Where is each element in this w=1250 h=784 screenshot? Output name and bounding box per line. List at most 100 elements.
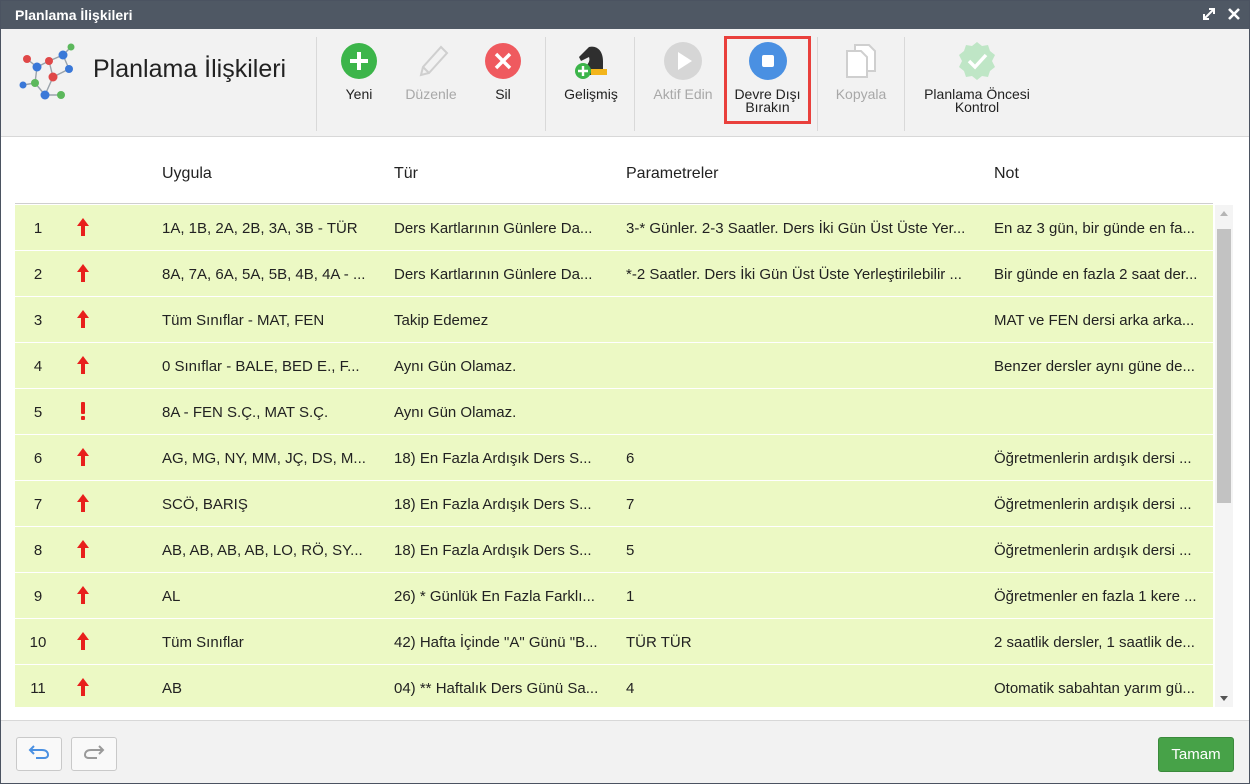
cell-note: Öğretmenlerin ardışık dersi ... — [994, 450, 1192, 467]
cell-apply: AG, MG, NY, MM, JÇ, DS, M... — [162, 450, 366, 467]
cell-parameters: 7 — [626, 496, 635, 513]
planning-relations-dialog: Planlama İlişkileri Planlama İlişkileri … — [0, 0, 1250, 784]
row-number: 11 — [30, 680, 46, 697]
cell-parameters: TÜR TÜR — [626, 634, 692, 651]
row-number: 6 — [33, 450, 43, 467]
play-icon — [663, 41, 703, 81]
toolbar-divider — [817, 37, 818, 131]
pre-planning-check-button[interactable]: Planlama Öncesi Kontrol — [917, 41, 1037, 114]
new-button[interactable]: Yeni — [339, 41, 379, 101]
column-header-apply[interactable]: Uygula — [162, 165, 212, 183]
table-row[interactable]: 11 AB 04) ** Haftalık Ders Günü Sa... 4 Otom… — [15, 665, 1213, 707]
edit-button[interactable]: Düzenle — [401, 41, 461, 101]
up-arrow-icon — [73, 539, 93, 563]
up-arrow-icon — [73, 263, 93, 287]
enable-label: Aktif Edin — [653, 86, 713, 102]
toolbar-divider — [545, 37, 546, 131]
maximize-icon[interactable] — [1200, 5, 1218, 23]
table-row[interactable]: 4 0 Sınıflar - BALE, BED E., F... Aynı Gün… — [15, 343, 1213, 389]
up-arrow-icon — [73, 493, 93, 517]
row-number: 2 — [33, 266, 43, 283]
up-arrow-icon — [73, 585, 93, 609]
cell-type: 42) Hafta İçinde "A" Günü "B... — [394, 634, 598, 651]
delete-x-icon — [483, 41, 523, 81]
cell-type: 04) ** Haftalık Ders Günü Sa... — [394, 680, 599, 697]
advanced-label: Gelişmiş — [564, 86, 618, 102]
delete-button[interactable]: Sil — [483, 41, 523, 101]
cell-note: En az 3 gün, bir günde en fa... — [994, 220, 1195, 237]
check-badge-icon — [957, 41, 997, 81]
app-title: Planlama İlişkileri — [93, 55, 287, 83]
toolbar-divider — [634, 37, 635, 131]
cell-apply: 8A - FEN S.Ç., MAT S.Ç. — [162, 404, 329, 421]
cell-type: 18) En Fazla Ardışık Ders S... — [394, 496, 592, 513]
title-bar: Planlama İlişkileri — [1, 1, 1249, 29]
disable-label-line2: Bırakın — [745, 99, 790, 115]
undo-button[interactable] — [16, 737, 62, 771]
copy-button[interactable]: Kopyala — [831, 41, 891, 101]
column-header-parameters[interactable]: Parametreler — [626, 165, 718, 183]
cell-type: 26) * Günlük En Fazla Farklı... — [394, 588, 595, 605]
cell-parameters: 5 — [626, 542, 635, 559]
vertical-scrollbar[interactable] — [1215, 205, 1233, 707]
table-body: 1 1A, 1B, 2A, 2B, 3A, 3B - TÜR Ders Kartla… — [15, 205, 1213, 707]
table-row[interactable]: 6 AG, MG, NY, MM, JÇ, DS, M... 18) En Fazl… — [15, 435, 1213, 481]
table-row[interactable]: 8 AB, AB, AB, AB, LO, RÖ, SY... 18) En Faz… — [15, 527, 1213, 573]
delete-label: Sil — [495, 86, 511, 102]
disable-button[interactable]: Devre Dışı Bırakın — [724, 36, 811, 124]
row-number: 9 — [33, 588, 43, 605]
cell-apply: 1A, 1B, 2A, 2B, 3A, 3B - TÜR — [162, 220, 358, 237]
cell-type: Ders Kartlarının Günlere Da... — [394, 220, 593, 237]
scroll-up-icon[interactable] — [1220, 211, 1228, 216]
copy-icon — [841, 41, 881, 81]
cell-note: Öğretmenlerin ardışık dersi ... — [994, 496, 1192, 513]
scrollbar-thumb[interactable] — [1217, 229, 1231, 503]
table-row[interactable]: 10 Tüm Sınıflar 42) Hafta İçinde "A" Günü … — [15, 619, 1213, 665]
table-row[interactable]: 3 Tüm Sınıflar - MAT, FEN Takip Edemez MAT … — [15, 297, 1213, 343]
up-arrow-icon — [73, 309, 93, 333]
cell-parameters: *-2 Saatler. Ders İki Gün Üst Üste Yerle… — [626, 266, 962, 283]
column-header-type[interactable]: Tür — [394, 165, 418, 183]
table-row[interactable]: 5 8A - FEN S.Ç., MAT S.Ç. Aynı Gün Olamaz. — [15, 389, 1213, 435]
advanced-button[interactable]: Gelişmiş — [561, 41, 621, 101]
table-row[interactable]: 9 AL 26) * Günlük En Fazla Farklı... 1 Öğret… — [15, 573, 1213, 619]
row-number: 4 — [33, 358, 43, 375]
cell-parameters: 4 — [626, 680, 635, 697]
cell-type: Aynı Gün Olamaz. — [394, 404, 517, 421]
ok-button[interactable]: Tamam — [1158, 737, 1234, 772]
up-arrow-icon — [73, 631, 93, 655]
cell-apply: 8A, 7A, 6A, 5A, 5B, 4B, 4A - ... — [162, 266, 366, 283]
pencil-icon — [411, 41, 451, 81]
toolbar: Planlama İlişkileri Yeni Düzenle Sil Gel… — [1, 29, 1249, 137]
close-icon[interactable] — [1225, 5, 1243, 23]
row-number: 3 — [33, 312, 43, 329]
cell-type: Takip Edemez — [394, 312, 489, 329]
cell-note: Öğretmenlerin ardışık dersi ... — [994, 542, 1192, 559]
cell-type: Ders Kartlarının Günlere Da... — [394, 266, 593, 283]
up-arrow-icon — [73, 677, 93, 701]
table-row[interactable]: 2 8A, 7A, 6A, 5A, 5B, 4B, 4A - ... Ders Ka… — [15, 251, 1213, 297]
cell-apply: AB — [162, 680, 183, 697]
cell-apply: Tüm Sınıflar - MAT, FEN — [162, 312, 325, 329]
cell-apply: Tüm Sınıflar — [162, 634, 244, 651]
pre-planning-check-label: Planlama Öncesi Kontrol — [924, 87, 1030, 114]
cell-type: 18) En Fazla Ardışık Ders S... — [394, 450, 592, 467]
cell-parameters: 6 — [626, 450, 635, 467]
scroll-down-icon[interactable] — [1220, 696, 1228, 701]
column-header-note[interactable]: Not — [994, 165, 1019, 183]
toolbar-divider — [904, 37, 905, 131]
enable-button[interactable]: Aktif Edin — [649, 41, 717, 101]
cell-type: 18) En Fazla Ardışık Ders S... — [394, 542, 592, 559]
up-arrow-icon — [73, 217, 93, 241]
table-row[interactable]: 7 SCÖ, BARIŞ 18) En Fazla Ardışık Ders S..… — [15, 481, 1213, 527]
cell-note: Öğretmenler en fazla 1 kere ... — [994, 588, 1197, 605]
table-row[interactable]: 1 1A, 1B, 2A, 2B, 3A, 3B - TÜR Ders Kartla… — [15, 205, 1213, 251]
relations-table: Uygula Tür Parametreler Not 1 1A, 1B, 2A,… — [1, 138, 1249, 720]
cell-parameters: 3-* Günler. 2-3 Saatler. Ders İki Gün Üs… — [626, 220, 966, 237]
redo-button[interactable] — [71, 737, 117, 771]
new-label: Yeni — [345, 86, 373, 102]
undo-icon — [28, 744, 50, 765]
cell-apply: AB, AB, AB, AB, LO, RÖ, SY... — [162, 542, 363, 559]
table-header: Uygula Tür Parametreler Not — [15, 138, 1213, 204]
cell-apply: SCÖ, BARIŞ — [162, 496, 248, 513]
